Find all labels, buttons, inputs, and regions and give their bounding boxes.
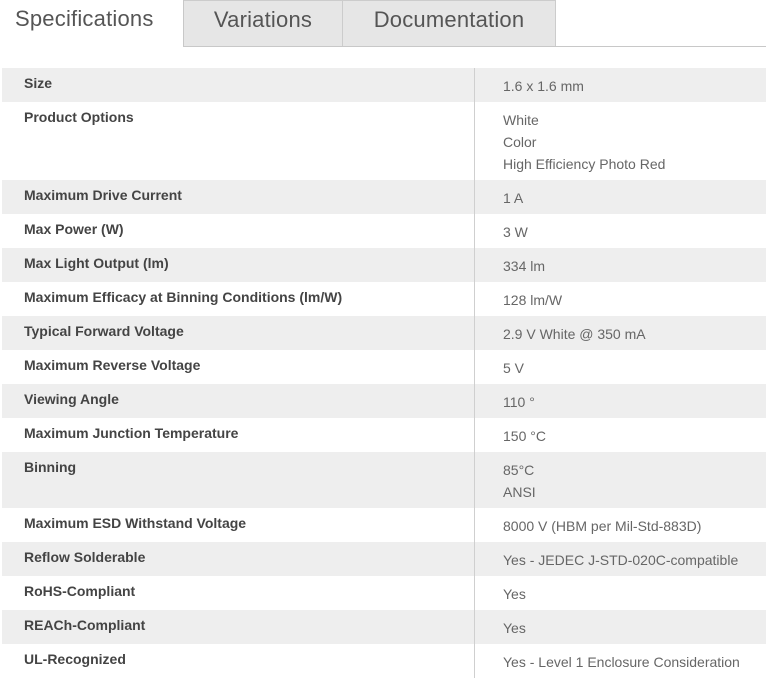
spec-value-line: ANSI — [503, 484, 536, 500]
spec-value-line: 5 V — [503, 360, 525, 376]
spec-value: 8000 V (HBM per Mil-Std-883D) — [475, 508, 766, 542]
spec-value-line: 3 W — [503, 224, 528, 240]
table-row: Size 1.6 x 1.6 mm — [2, 68, 766, 102]
specifications-table: Size 1.6 x 1.6 mm Product Options White Colo… — [2, 68, 766, 678]
spec-value-line: 1 A — [503, 190, 524, 206]
spec-value-line: Color — [503, 134, 537, 150]
spec-label: Maximum Efficacy at Binning Conditions (… — [2, 282, 475, 316]
tab-variations[interactable]: Variations — [184, 0, 343, 46]
table-row: Viewing Angle 110 ° — [2, 384, 766, 418]
spec-value: 1.6 x 1.6 mm — [475, 68, 766, 102]
spec-value-line: High Efficiency Photo Red — [503, 156, 666, 172]
spec-value: 1 A — [475, 180, 766, 214]
tab-specifications[interactable]: Specifications — [0, 0, 184, 47]
table-row: UL-Recognized Yes - Level 1 Enclosure Con… — [2, 644, 766, 678]
spec-label: Maximum Reverse Voltage — [2, 350, 475, 384]
spec-value-line: 2.9 V White @ 350 mA — [503, 326, 646, 342]
table-row: Max Light Output (lm) 334 lm — [2, 248, 766, 282]
table-row: RoHS-Compliant Yes — [2, 576, 766, 610]
spec-value-line: 128 lm/W — [503, 292, 563, 308]
spec-value: Yes — [475, 610, 766, 644]
spec-value: 3 W — [475, 214, 766, 248]
spec-value: 128 lm/W — [475, 282, 766, 316]
table-row: Maximum Reverse Voltage 5 V — [2, 350, 766, 384]
spec-value-line: 110 ° — [503, 394, 535, 410]
spec-value: 110 ° — [475, 384, 766, 418]
spec-label: Product Options — [2, 102, 475, 180]
spec-label: RoHS-Compliant — [2, 576, 475, 610]
spec-value: 85°C ANSI — [475, 452, 766, 508]
spec-label: Viewing Angle — [2, 384, 475, 418]
spec-value-line: Yes - Level 1 Enclosure Consideration — [503, 654, 740, 670]
spec-label: Size — [2, 68, 475, 102]
spec-label: Maximum ESD Withstand Voltage — [2, 508, 475, 542]
spec-label: Maximum Drive Current — [2, 180, 475, 214]
spec-value: 150 °C — [475, 418, 766, 452]
spec-value: Yes — [475, 576, 766, 610]
table-row: Typical Forward Voltage 2.9 V White @ 350… — [2, 316, 766, 350]
table-row: Max Power (W) 3 W — [2, 214, 766, 248]
table-row: Maximum Junction Temperature 150 °C — [2, 418, 766, 452]
spec-value-line: 334 lm — [503, 258, 546, 274]
spec-label: Binning — [2, 452, 475, 508]
table-row: Product Options White Color High Efficiency… — [2, 102, 766, 180]
spec-label: Reflow Solderable — [2, 542, 475, 576]
spec-value: 5 V — [475, 350, 766, 384]
spec-value-line: Yes — [503, 620, 526, 636]
spec-value: Yes - Level 1 Enclosure Consideration — [475, 644, 766, 678]
spec-value-line: 1.6 x 1.6 mm — [503, 78, 584, 94]
spec-label: Max Power (W) — [2, 214, 475, 248]
spec-value-line: Yes — [503, 586, 526, 602]
spec-value-line: 8000 V (HBM per Mil-Std-883D) — [503, 518, 702, 534]
spec-value: 334 lm — [475, 248, 766, 282]
table-row: Maximum Drive Current 1 A — [2, 180, 766, 214]
tab-documentation[interactable]: Documentation — [343, 0, 556, 46]
table-row: Maximum Efficacy at Binning Conditions (… — [2, 282, 766, 316]
spec-value: Yes - JEDEC J-STD-020C-compatible — [475, 542, 766, 576]
table-row: Reflow Solderable Yes - JEDEC J-STD-020C-… — [2, 542, 766, 576]
spec-value-line: 85°C — [503, 462, 535, 478]
spec-value: 2.9 V White @ 350 mA — [475, 316, 766, 350]
spec-value-line: Yes - JEDEC J-STD-020C-compatible — [503, 552, 739, 568]
table-row: Maximum ESD Withstand Voltage 8000 V (HBM… — [2, 508, 766, 542]
spec-label: REACh-Compliant — [2, 610, 475, 644]
table-row: REACh-Compliant Yes — [2, 610, 766, 644]
spec-value-line: 150 °C — [503, 428, 546, 444]
spec-label: Max Light Output (lm) — [2, 248, 475, 282]
spec-label: UL-Recognized — [2, 644, 475, 678]
tab-bar: Specifications Variations Documentation — [0, 0, 766, 47]
spec-label: Typical Forward Voltage — [2, 316, 475, 350]
spec-value: White Color High Efficiency Photo Red — [475, 102, 766, 180]
spec-value-line: White — [503, 112, 539, 128]
spec-label: Maximum Junction Temperature — [2, 418, 475, 452]
table-row: Binning 85°C ANSI — [2, 452, 766, 508]
